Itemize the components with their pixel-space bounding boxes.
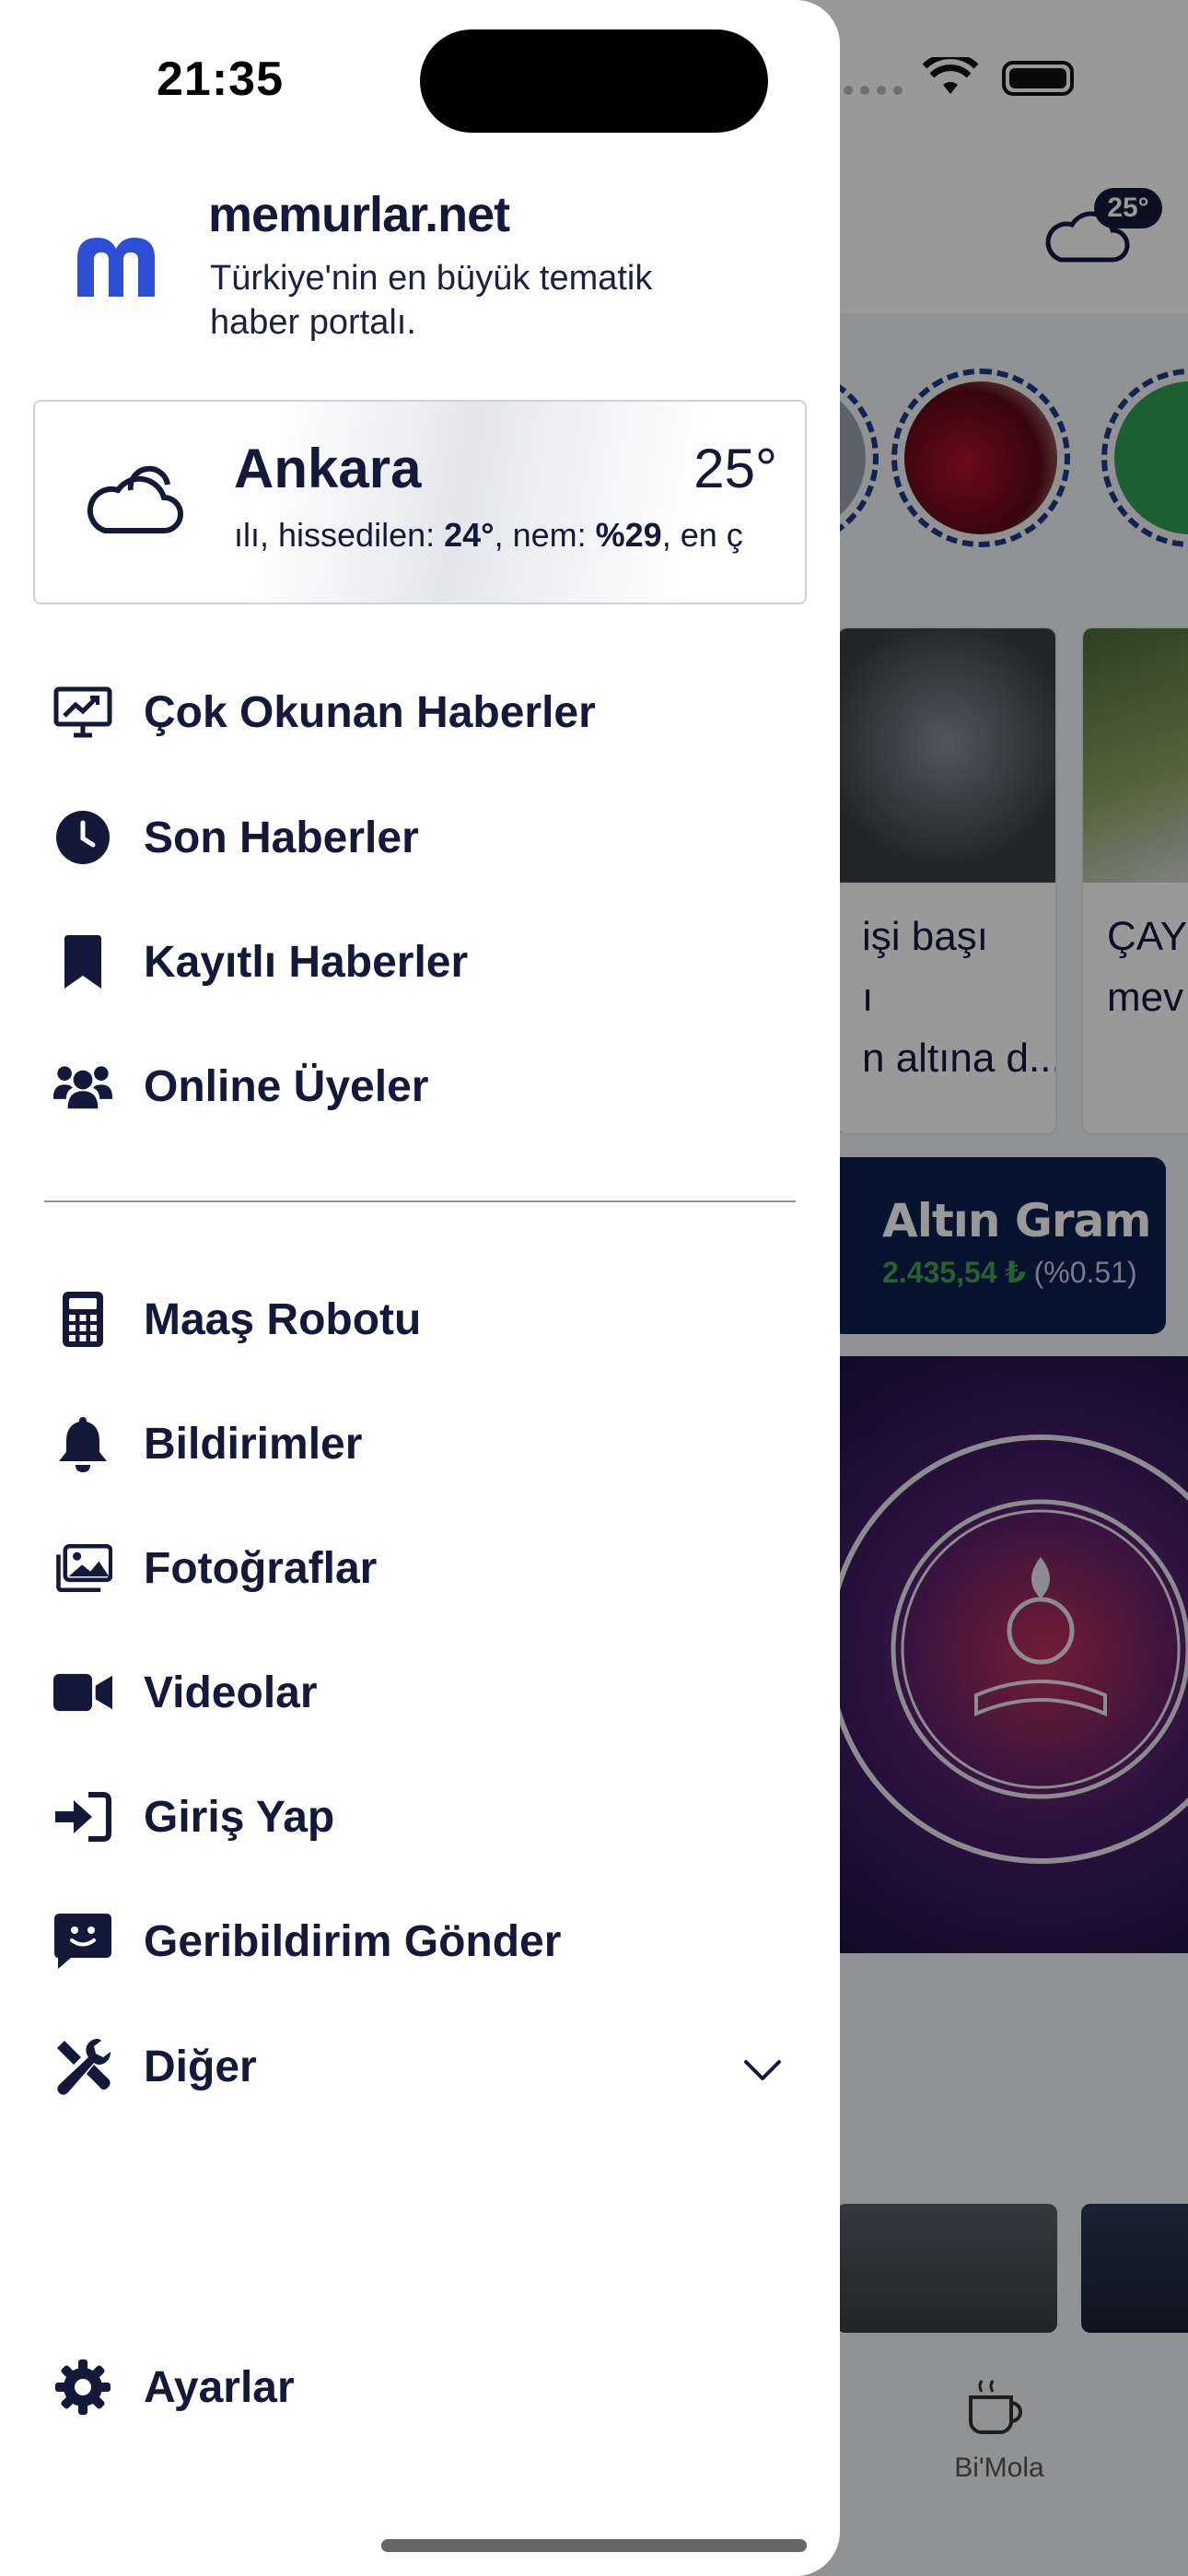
menu-divider [44, 1200, 796, 1202]
images-icon [53, 1539, 112, 1598]
bell-icon [53, 1414, 112, 1473]
menu-item-most-read[interactable]: Çok Okunan Haberler [53, 671, 790, 754]
menu-item-login[interactable]: Giriş Yap [53, 1775, 790, 1858]
site-name[interactable]: memurlar.net [208, 186, 510, 243]
menu-item-videos[interactable]: Videolar [53, 1651, 790, 1734]
gear-icon [53, 2358, 112, 2417]
weather-card[interactable]: Ankara 25° ılı, hissedilen: 24°, nem: %2… [33, 400, 807, 604]
menu-item-salary-robot[interactable]: Maaş Robotu [53, 1278, 790, 1361]
menu-label: Ayarlar [144, 2362, 295, 2412]
menu-label: Bildirimler [144, 1419, 363, 1469]
menu-item-saved-news[interactable]: Kayıtlı Haberler [53, 920, 790, 1003]
tools-icon [53, 2037, 112, 2096]
menu-label: Diğer [144, 2042, 257, 2091]
menu-label: Fotoğraflar [144, 1543, 378, 1593]
menu-label: Videolar [144, 1668, 318, 1717]
side-drawer: 21:35 memurlar.net Türkiye'nin en büyük … [0, 0, 840, 2576]
trending-monitor-icon [53, 683, 112, 742]
site-tagline: Türkiye'nin en büyük tematik haber porta… [210, 259, 653, 342]
dynamic-island [420, 29, 768, 133]
home-indicator[interactable] [381, 2539, 807, 2552]
weather-detail: ılı, hissedilen: 24°, nem: %29, en ç [234, 516, 743, 554]
clock-icon [53, 808, 112, 867]
feedback-icon [53, 1912, 112, 1971]
weather-temp: 25° [693, 438, 777, 499]
menu-item-send-feedback[interactable]: Geribildirim Gönder [53, 1900, 790, 1983]
menu-item-notifications[interactable]: Bildirimler [53, 1402, 790, 1485]
bookmark-icon [53, 932, 112, 991]
menu-label: Giriş Yap [144, 1792, 335, 1842]
login-icon [53, 1787, 112, 1846]
users-icon [53, 1057, 112, 1116]
menu-label: Online Üyeler [144, 1061, 429, 1111]
menu-item-online-members[interactable]: Online Üyeler [53, 1045, 790, 1128]
menu-label: Geribildirim Gönder [144, 1916, 562, 1966]
menu-item-photos[interactable]: Fotoğraflar [53, 1527, 790, 1610]
cloud-icon [87, 465, 183, 533]
menu-label: Maaş Robotu [144, 1294, 422, 1344]
menu-label: Kayıtlı Haberler [144, 937, 469, 987]
video-icon [53, 1663, 112, 1722]
menu-item-latest-news[interactable]: Son Haberler [53, 796, 790, 879]
weather-city: Ankara [234, 438, 422, 499]
status-time: 21:35 [157, 53, 284, 106]
menu-label: Son Haberler [144, 813, 419, 862]
calculator-icon [53, 1290, 112, 1349]
chevron-down-icon[interactable] [740, 2051, 785, 2088]
menu-label: Çok Okunan Haberler [144, 687, 596, 737]
menu-item-settings[interactable]: Ayarlar [53, 2346, 790, 2429]
menu-item-other[interactable]: Diğer [53, 2025, 790, 2108]
memurlar-logo-icon[interactable] [70, 230, 162, 304]
